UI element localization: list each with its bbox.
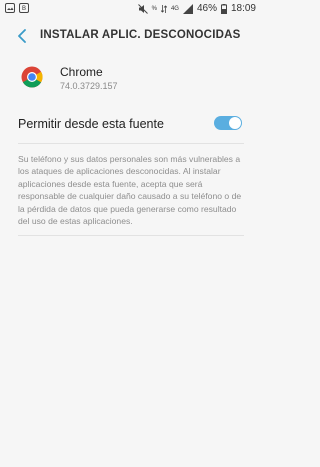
status-bar: B % 4G 46% 18:09 (0, 0, 262, 18)
back-button[interactable] (12, 26, 32, 46)
app-version: 74.0.3729.157 (60, 81, 118, 91)
divider (18, 235, 244, 236)
network-activity-icon (160, 4, 167, 13)
battery-icon (220, 3, 227, 14)
network-type-label: 4G (170, 5, 179, 12)
status-right: % 4G 46% 18:09 (137, 3, 256, 14)
battery-percent: 46% (196, 3, 217, 14)
b-icon: B (19, 3, 29, 13)
divider (18, 143, 244, 144)
chrome-icon (21, 66, 43, 88)
signal-label: % (151, 5, 157, 12)
warning-description: Su teléfono y sus datos personales son m… (18, 154, 242, 227)
mute-icon (137, 3, 148, 14)
signal-icon (182, 3, 193, 14)
status-left-icons: B (5, 3, 29, 13)
allow-source-label: Permitir desde esta fuente (18, 117, 164, 131)
allow-source-row[interactable]: Permitir desde esta fuente (0, 110, 262, 138)
app-info-row: Chrome 74.0.3729.157 (0, 58, 262, 98)
allow-source-toggle[interactable] (214, 116, 242, 130)
chevron-left-icon (18, 29, 26, 43)
toggle-knob (229, 117, 241, 129)
image-icon (5, 3, 15, 13)
page-title: INSTALAR APLIC. DESCONOCIDAS (40, 29, 241, 41)
app-name: Chrome (60, 65, 103, 79)
clock: 18:09 (230, 3, 256, 14)
header: INSTALAR APLIC. DESCONOCIDAS (0, 20, 262, 52)
